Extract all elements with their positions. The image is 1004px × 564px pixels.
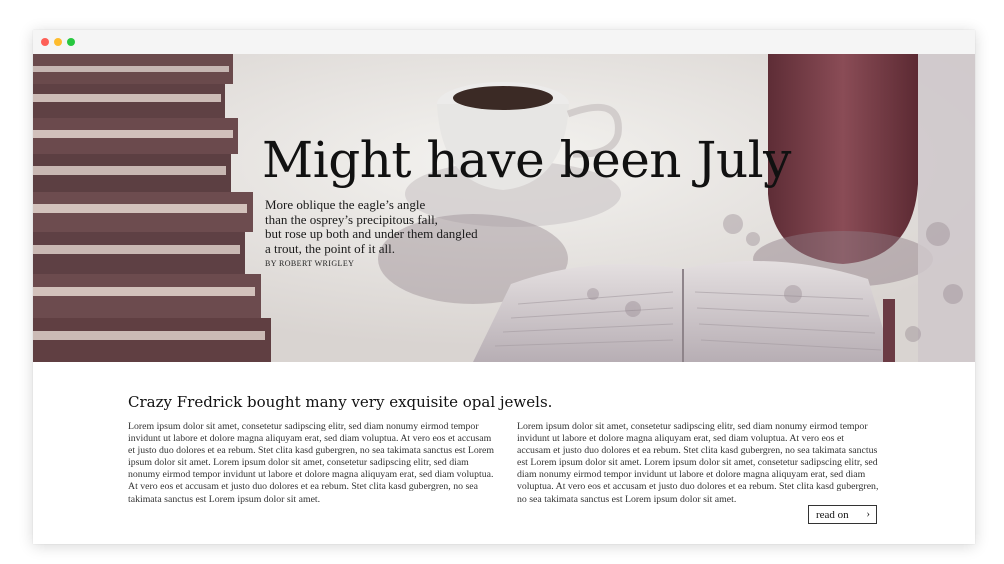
- window-titlebar: [33, 30, 975, 55]
- article-headline: Crazy Fredrick bought many very exquisit…: [128, 393, 553, 411]
- chevron-right-icon: ›: [866, 508, 870, 520]
- poem-line: a trout, the point of it all.: [265, 240, 395, 256]
- hero-title: Might have been July: [262, 131, 791, 189]
- browser-window: Might have been July More oblique the ea…: [33, 30, 975, 544]
- poem-line: than the osprey’s precipitous fall,: [265, 211, 438, 227]
- poem-excerpt: More oblique the eagle’s angle than the …: [265, 197, 478, 256]
- poem-line: but rose up both and under them dangled: [265, 226, 478, 241]
- hero-banner: Might have been July More oblique the ea…: [33, 54, 975, 362]
- hero-background-photo: [33, 54, 975, 362]
- zoom-window-button[interactable]: [67, 38, 75, 46]
- poem-line: More oblique the eagle’s angle: [265, 197, 426, 212]
- minimize-window-button[interactable]: [54, 38, 62, 46]
- read-on-label: read on: [816, 508, 849, 521]
- article-section: Crazy Fredrick bought many very exquisit…: [33, 362, 975, 544]
- read-on-button[interactable]: read on ›: [808, 505, 877, 524]
- close-window-button[interactable]: [41, 38, 49, 46]
- article-column-right: Lorem ipsum dolor sit amet, consetetur s…: [517, 421, 879, 505]
- article-column-left: Lorem ipsum dolor sit amet, consetetur s…: [128, 421, 495, 505]
- poem-byline: BY ROBERT WRIGLEY: [265, 259, 355, 268]
